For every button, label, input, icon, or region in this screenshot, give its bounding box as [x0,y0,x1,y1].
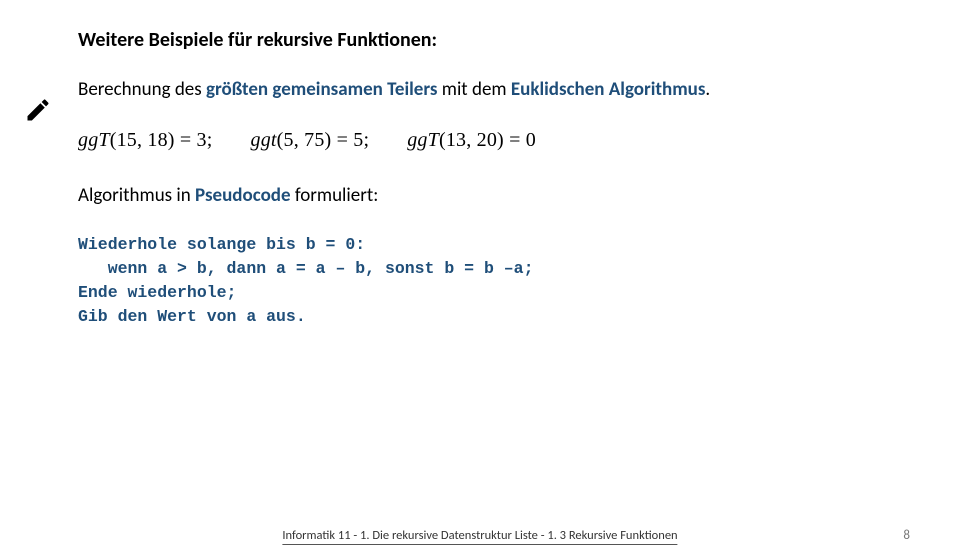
text-pre: Berechnung des [78,78,206,101]
equation-1: ggT(15, 18) = 3; [78,129,213,152]
description-line: Berechnung des größten gemeinsamen Teile… [78,78,900,101]
equation-3: ggT(13, 20) = 0 [407,129,536,152]
text-bold-euclid: Euklidschen Algorithmus [511,78,706,101]
slide: Weitere Beispiele für rekursive Funktion… [0,0,960,540]
args2: (5, 75) = 5; [277,129,370,151]
args3: (13, 20) = 0 [439,129,536,151]
algo-pre: Algorithmus in [78,184,195,207]
algorithm-intro: Algorithmus in Pseudocode formuliert: [78,184,900,207]
fn2: ggt [251,129,277,151]
pseudocode-block: Wiederhole solange bis b = 0: wenn a > b… [78,233,900,329]
algo-bold: Pseudocode [195,184,291,207]
page-number: 8 [903,528,910,543]
equations-row: ggT(15, 18) = 3; ggt(5, 75) = 5; ggT(13,… [78,129,900,152]
equation-2: ggt(5, 75) = 5; [251,129,370,152]
fn1: ggT [78,129,110,151]
text-end: . [705,78,710,101]
args1: (15, 18) = 3; [110,129,213,151]
pencil-icon [24,96,52,129]
footer-text: Informatik 11 - 1. Die rekursive Datenst… [282,528,677,545]
fn3: ggT [407,129,439,151]
algo-post: formuliert: [291,184,379,207]
page-title: Weitere Beispiele für rekursive Funktion… [78,28,900,52]
text-bold-ggt: größten gemeinsamen Teilers [206,78,437,101]
text-mid: mit dem [437,78,510,101]
